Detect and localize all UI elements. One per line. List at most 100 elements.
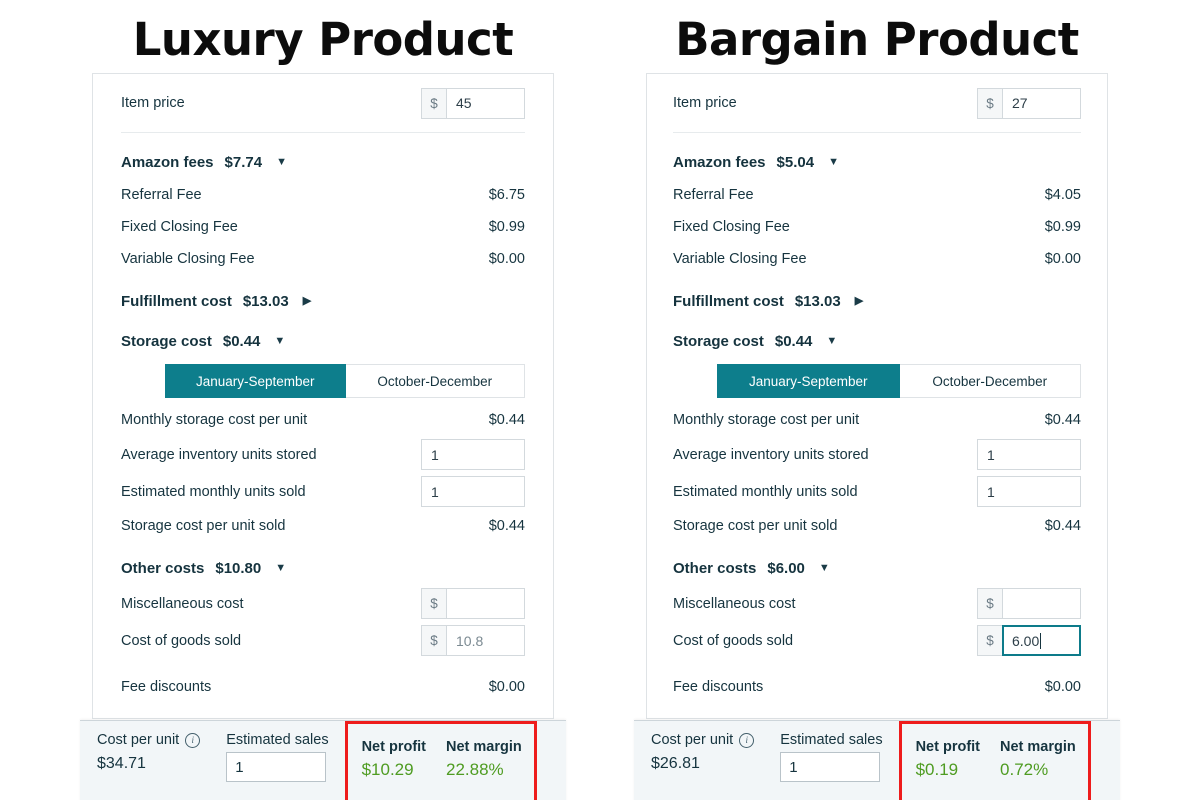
item-price-label: Item price <box>121 95 185 111</box>
fee-discounts-value: $0.00 <box>488 679 525 695</box>
estimated-monthly-units-input[interactable]: 1 <box>421 476 525 507</box>
average-inventory-input[interactable]: 1 <box>977 439 1081 470</box>
chevron-down-icon[interactable]: ▼ <box>274 335 285 347</box>
fee-row: Variable Closing Fee $0.00 <box>673 243 1081 275</box>
cost-of-goods-sold-field[interactable]: 6.00 <box>1002 625 1081 656</box>
estimated-sales-input[interactable]: 1 <box>780 752 881 782</box>
other-costs-header[interactable]: Other costs $6.00 ▼ <box>673 551 1081 585</box>
storage-row: Storage cost per unit sold $0.44 <box>121 510 525 542</box>
cost-per-unit-header: Cost per unit i <box>651 732 755 748</box>
net-profit-cell: Net profit $0.19 <box>916 739 980 780</box>
storage-cost-header[interactable]: Storage cost $0.44 ▼ <box>673 324 1081 358</box>
estimated-sales-input[interactable]: 1 <box>226 752 327 782</box>
other-cost-row: Miscellaneous cost $ <box>673 585 1081 622</box>
storage-cost-total: $0.44 <box>222 332 261 350</box>
storage-season-tabs: January-September October-December <box>121 364 525 398</box>
net-profit-label: Net profit <box>915 739 981 755</box>
cost-per-unit-header: Cost per unit i <box>97 732 201 748</box>
info-icon[interactable]: i <box>739 732 755 748</box>
item-price-row: Item price $ 27 <box>673 74 1081 132</box>
fulfillment-cost-total: $13.03 <box>242 292 289 310</box>
other-costs-label: Other costs <box>673 559 757 577</box>
fee-row: Referral Fee $4.05 <box>673 179 1081 211</box>
cost-of-goods-sold-input[interactable]: $ 6.00 <box>977 625 1081 656</box>
net-margin-value: 0.72% <box>1000 760 1049 779</box>
storage-row: Storage cost per unit sold $0.44 <box>673 510 1081 542</box>
fulfillment-cost-total: $13.03 <box>794 292 841 310</box>
chevron-down-icon[interactable]: ▼ <box>275 562 286 574</box>
average-inventory-input[interactable]: 1 <box>421 439 525 470</box>
net-margin-cell: Net margin 0.72% <box>1000 739 1076 780</box>
storage-cost-header[interactable]: Storage cost $0.44 ▼ <box>121 324 525 358</box>
referral-fee-value: $6.75 <box>488 187 525 203</box>
text-cursor <box>1040 632 1042 649</box>
miscellaneous-cost-input[interactable]: $ <box>421 588 525 619</box>
cost-per-unit-cell: Cost per unit i $26.81 <box>651 732 755 773</box>
other-cost-row: Cost of goods sold $ 6.00 <box>673 622 1081 659</box>
net-profit-value: $10.29 <box>361 760 414 779</box>
amazon-fees-total: $7.74 <box>224 153 263 171</box>
fulfillment-cost-label: Fulfillment cost <box>673 292 784 310</box>
currency-prefix-icon: $ <box>421 87 446 119</box>
cost-of-goods-sold-input[interactable]: $ 10.8 <box>421 625 525 656</box>
miscellaneous-cost-input[interactable]: $ <box>977 588 1081 619</box>
referral-fee-value: $4.05 <box>1044 187 1081 203</box>
amazon-fees-header[interactable]: Amazon fees $7.74 ▼ <box>121 145 525 179</box>
chevron-down-icon[interactable]: ▼ <box>276 156 287 168</box>
amazon-fees-label: Amazon fees <box>673 153 766 171</box>
info-icon[interactable]: i <box>185 732 201 748</box>
amazon-fees-header[interactable]: Amazon fees $5.04 ▼ <box>673 145 1081 179</box>
other-cost-row: Miscellaneous cost $ <box>121 585 525 622</box>
storage-row: Estimated monthly units sold 1 <box>673 473 1081 510</box>
average-inventory-label: Average inventory units stored <box>121 446 317 463</box>
tab-january-september[interactable]: January-September <box>165 364 346 398</box>
miscellaneous-cost-value[interactable] <box>446 588 525 619</box>
net-margin-value: 22.88% <box>446 760 504 779</box>
tab-january-september[interactable]: January-September <box>717 364 900 398</box>
cost-per-unit-value: $34.71 <box>97 755 146 772</box>
cost-of-goods-sold-label: Cost of goods sold <box>121 632 242 649</box>
item-price-value[interactable]: 27 <box>1002 87 1081 119</box>
chevron-right-icon[interactable]: ▶ <box>303 295 311 307</box>
comparison-stage: Luxury Product Item price $ 45 Amazon fe… <box>0 0 1200 800</box>
fulfillment-cost-header[interactable]: Fulfillment cost $13.03 ▶ <box>121 284 525 318</box>
cost-of-goods-sold-value: 6.00 <box>1012 632 1040 649</box>
chevron-down-icon[interactable]: ▼ <box>828 156 839 168</box>
other-costs-header[interactable]: Other costs $10.80 ▼ <box>121 551 525 585</box>
monthly-storage-cost-value: $0.44 <box>1044 412 1081 428</box>
tab-october-december[interactable]: October-December <box>899 364 1081 398</box>
fee-calculator-panel-luxury: Item price $ 45 Amazon fees $7.74 ▼ Refe… <box>80 73 566 800</box>
item-price-input[interactable]: $ 27 <box>977 87 1081 119</box>
net-profit-cell: Net profit $10.29 <box>362 739 426 780</box>
storage-cost-label: Storage cost <box>121 332 212 350</box>
variable-closing-fee-label: Variable Closing Fee <box>121 251 255 267</box>
summary-bar: Cost per unit i $26.81 Estimated sales 1… <box>634 720 1120 800</box>
miscellaneous-cost-label: Miscellaneous cost <box>121 595 244 612</box>
item-price-value[interactable]: 45 <box>446 87 525 119</box>
fulfillment-cost-label: Fulfillment cost <box>121 292 232 310</box>
net-profit-value: $0.19 <box>915 760 959 779</box>
chevron-down-icon[interactable]: ▼ <box>826 335 837 347</box>
miscellaneous-cost-value[interactable] <box>1002 588 1081 619</box>
other-cost-row: Cost of goods sold $ 10.8 <box>121 622 525 659</box>
storage-cost-per-unit-sold-value: $0.44 <box>1044 518 1081 534</box>
tab-october-december[interactable]: October-December <box>345 364 525 398</box>
chevron-right-icon[interactable]: ▶ <box>855 295 863 307</box>
storage-row: Monthly storage cost per unit $0.44 <box>673 404 1081 436</box>
fee-row: Referral Fee $6.75 <box>121 179 525 211</box>
fee-row: Variable Closing Fee $0.00 <box>121 243 525 275</box>
cost-of-goods-sold-value[interactable]: 10.8 <box>446 625 525 656</box>
item-price-input[interactable]: $ 45 <box>421 87 525 119</box>
chevron-down-icon[interactable]: ▼ <box>819 562 830 574</box>
estimated-monthly-units-input[interactable]: 1 <box>977 476 1081 507</box>
page-title-luxury: Luxury Product <box>132 13 514 66</box>
fee-discounts-row: Fee discounts $0.00 <box>673 671 1081 703</box>
currency-prefix-icon: $ <box>977 588 1002 619</box>
amazon-fees-label: Amazon fees <box>121 153 214 171</box>
estimated-sales-cell: Estimated sales 1 <box>226 732 329 782</box>
storage-cost-label: Storage cost <box>673 332 764 350</box>
cost-per-unit-label: Cost per unit <box>651 732 734 748</box>
other-costs-total: $6.00 <box>767 559 805 577</box>
section-divider <box>121 132 525 133</box>
fulfillment-cost-header[interactable]: Fulfillment cost $13.03 ▶ <box>673 284 1081 318</box>
